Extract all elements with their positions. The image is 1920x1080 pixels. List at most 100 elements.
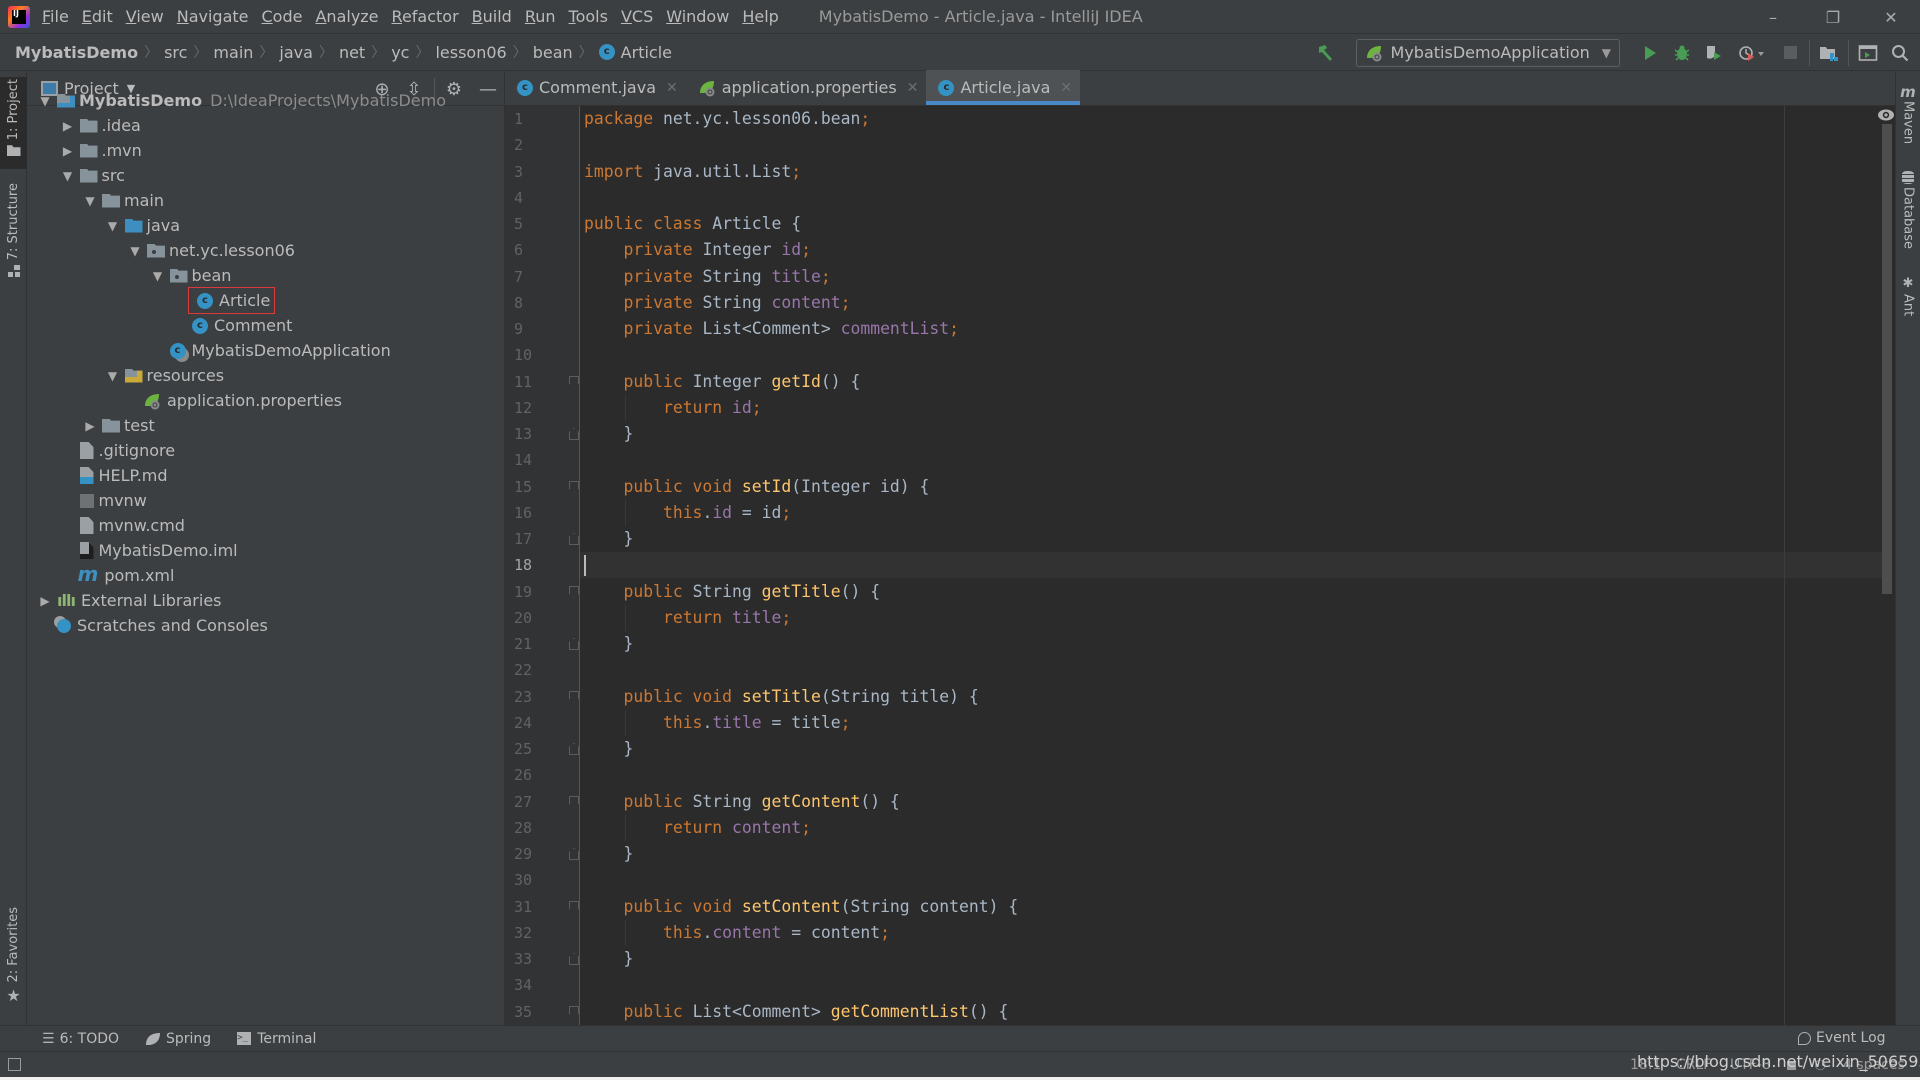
build-button[interactable] — [1310, 39, 1342, 67]
expand-arrow-icon[interactable]: ▼ — [150, 269, 166, 283]
code-line[interactable]: } — [584, 631, 633, 657]
code-line[interactable]: this.title = title; — [584, 710, 851, 736]
debug-button[interactable] — [1666, 39, 1698, 67]
breadcrumb-item[interactable]: net — [339, 43, 365, 62]
menu-file[interactable]: File — [42, 7, 69, 26]
code-line[interactable]: private String title; — [584, 264, 830, 290]
tree-item[interactable]: m pom.xml — [60, 563, 175, 588]
expand-arrow-icon[interactable]: ▼ — [60, 169, 76, 183]
tab-database[interactable]: Database — [1896, 171, 1920, 261]
tree-item[interactable]: ▶ .mvn — [60, 138, 142, 163]
run-anything-button[interactable] — [1852, 39, 1884, 67]
tree-item[interactable]: MybatisDemo.iml — [60, 538, 238, 563]
code-line[interactable]: } — [584, 421, 633, 447]
collapse-arrow-icon[interactable]: ▶ — [60, 119, 76, 133]
tool-todo[interactable]: ☰ 6: TODO — [42, 1031, 119, 1047]
tree-item[interactable]: ▼ src — [60, 163, 125, 188]
breadcrumb-item[interactable]: bean — [533, 43, 573, 62]
tree-item[interactable]: mvnw — [60, 488, 147, 513]
reader-mode-eye-icon[interactable] — [1877, 108, 1895, 122]
tree-item[interactable]: ▼ main — [82, 188, 164, 213]
expand-arrow-icon[interactable]: ▼ — [127, 244, 143, 258]
tab-ant[interactable]: ✱ Ant — [1896, 276, 1920, 336]
tree-item[interactable]: ▼ net.yc.lesson06 — [127, 238, 295, 263]
menu-run[interactable]: Run — [525, 7, 556, 26]
run-with-coverage-button[interactable] — [1698, 39, 1730, 67]
tool-spring[interactable]: Spring — [145, 1031, 211, 1047]
menu-view[interactable]: View — [126, 7, 164, 26]
close-tab-icon[interactable]: ✕ — [666, 80, 678, 96]
tree-item[interactable]: ▼ MybatisDemo D:\IdeaProjects\MybatisDemo — [37, 88, 446, 113]
menu-edit[interactable]: Edit — [82, 7, 113, 26]
code-line[interactable]: public class Article { — [584, 211, 801, 237]
code-line[interactable]: private String content; — [584, 290, 850, 316]
tab-comment-java[interactable]: c Comment.java ✕ — [505, 70, 686, 105]
menu-vcs[interactable]: VCS — [621, 7, 653, 26]
expand-arrow-icon[interactable]: ▼ — [82, 194, 98, 208]
breadcrumb-item[interactable]: main — [213, 43, 253, 62]
tab-article-java[interactable]: c Article.java ✕ — [926, 70, 1081, 105]
tab-favorites[interactable]: 2: Favorites ★ — [0, 907, 27, 1007]
menu-navigate[interactable]: Navigate — [177, 7, 249, 26]
menu-window[interactable]: Window — [666, 7, 729, 26]
collapse-arrow-icon[interactable]: ▶ — [37, 594, 53, 608]
tree-item[interactable]: ▶ ıllı External Libraries — [37, 588, 221, 613]
code-line[interactable]: private Integer id; — [584, 237, 811, 263]
code-line[interactable]: return id; — [584, 395, 762, 421]
minimize-button[interactable]: – — [1750, 0, 1796, 34]
project-structure-button[interactable] — [1813, 39, 1845, 67]
tree-item[interactable]: mvnw.cmd — [60, 513, 185, 538]
breadcrumb-item[interactable]: MybatisDemo — [15, 43, 138, 62]
code-line[interactable]: } — [584, 841, 633, 867]
menu-tools[interactable]: Tools — [569, 7, 608, 26]
close-tab-icon[interactable]: ✕ — [1060, 80, 1072, 96]
tab-maven[interactable]: m Maven — [1896, 83, 1920, 153]
code-line[interactable]: package net.yc.lesson06.bean; — [584, 106, 870, 132]
breadcrumb-item[interactable]: java — [279, 43, 313, 62]
breadcrumb-item[interactable]: yc — [391, 43, 409, 62]
tree-item[interactable]: application.properties — [127, 388, 342, 413]
breadcrumb-item[interactable]: src — [164, 43, 187, 62]
editor-scrollbar[interactable] — [1882, 124, 1892, 594]
run-button[interactable] — [1634, 39, 1666, 67]
code-line[interactable]: public String getTitle() { — [584, 579, 880, 605]
profile-button[interactable] — [1730, 39, 1774, 67]
menu-build[interactable]: Build — [472, 7, 512, 26]
tool-terminal[interactable]: >_ Terminal — [237, 1031, 316, 1047]
tree-item[interactable]: c Article — [172, 287, 276, 314]
tree-item[interactable]: ▶ .idea — [60, 113, 141, 138]
collapse-arrow-icon[interactable]: ▶ — [82, 419, 98, 433]
breadcrumb-item-article[interactable]: c Article — [598, 43, 672, 62]
tree-item[interactable]: ▼ java — [105, 213, 180, 238]
hide-panel-icon[interactable]: — — [475, 76, 501, 102]
code-line[interactable]: } — [584, 736, 633, 762]
menu-code[interactable]: Code — [262, 7, 303, 26]
tree-item[interactable]: .gitignore — [60, 438, 175, 463]
code-line[interactable]: public void setId(Integer id) { — [584, 474, 929, 500]
code-line[interactable]: public String getContent() { — [584, 789, 899, 815]
code-line[interactable]: public Integer getId() { — [584, 369, 860, 395]
tree-item[interactable]: ▼ resources — [105, 363, 224, 388]
tab-project[interactable]: 1: Project — [0, 77, 27, 169]
close-tab-icon[interactable]: ✕ — [907, 80, 919, 96]
code-line[interactable]: } — [584, 526, 633, 552]
tree-item[interactable]: c MybatisDemoApplication — [150, 338, 391, 363]
expand-arrow-icon[interactable]: ▼ — [105, 219, 121, 233]
menu-analyze[interactable]: Analyze — [315, 7, 378, 26]
code-line[interactable]: public void setTitle(String title) { — [584, 684, 978, 710]
expand-arrow-icon[interactable]: ▼ — [105, 369, 121, 383]
restore-button[interactable]: ❐ — [1810, 0, 1856, 34]
code-line[interactable]: return content; — [584, 815, 811, 841]
menu-refactor[interactable]: Refactor — [392, 7, 459, 26]
tab-structure[interactable]: 7: Structure — [0, 183, 27, 283]
code-line[interactable]: public void setContent(String content) { — [584, 894, 1018, 920]
tab-application-properties[interactable]: application.properties ✕ — [686, 70, 927, 105]
collapse-arrow-icon[interactable]: ▶ — [60, 144, 76, 158]
menu-help[interactable]: Help — [742, 7, 778, 26]
code-line[interactable]: } — [584, 946, 633, 972]
code-line[interactable]: import java.util.List; — [584, 159, 801, 185]
tree-item[interactable]: ▶ test — [82, 413, 154, 438]
code-line[interactable]: public List<Comment> getCommentList() { — [584, 999, 1008, 1025]
close-window-button[interactable]: ✕ — [1868, 0, 1914, 34]
code-line[interactable]: private List<Comment> commentList; — [584, 316, 959, 342]
